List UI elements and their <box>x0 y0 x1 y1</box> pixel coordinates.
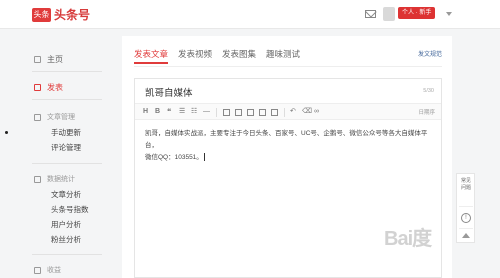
faq-button[interactable]: 常见问题 <box>459 178 473 192</box>
toolbar-right-option[interactable]: 日期序 <box>418 108 435 116</box>
sidebar-section-article-mgmt[interactable]: 文章管理 <box>0 109 111 125</box>
edit-icon <box>34 83 41 91</box>
chart-icon <box>34 175 41 183</box>
top-header: 头条 头条号 个人 · 新手 <box>0 0 500 29</box>
sidebar-item-user-analysis[interactable]: 用户分析 <box>0 217 111 232</box>
stray-dot <box>5 131 8 134</box>
ordered-list-icon[interactable]: ☷ <box>191 107 197 117</box>
text-cursor <box>203 153 205 162</box>
divider <box>459 206 473 207</box>
divider <box>32 71 102 72</box>
tab-fun-quiz[interactable]: 趣味测试 <box>266 44 300 64</box>
sidebar-item-publish[interactable]: 发表 <box>0 79 111 95</box>
tab-publish-video[interactable]: 发表视频 <box>178 44 212 64</box>
back-to-top-icon[interactable] <box>462 233 470 238</box>
toolbar-separator <box>284 108 285 117</box>
sidebar-section-label: 数据统计 <box>47 176 75 183</box>
publish-tabs: 发表文章 发表视频 发表图集 趣味测试 <box>134 44 310 64</box>
sidebar-section-earnings[interactable]: 收益 <box>0 262 111 278</box>
vote-icon[interactable] <box>259 109 266 116</box>
home-icon <box>34 55 41 63</box>
sidebar-section-label: 文章管理 <box>47 114 75 121</box>
posting-rules-link[interactable]: 发文规范 <box>418 49 442 58</box>
body-line: 凯哥，自媒体实战派，主要专注于今日头条、百家号、UC号、企鹅号、微信公众号等各大… <box>145 130 428 149</box>
tab-publish-article[interactable]: 发表文章 <box>134 44 169 64</box>
divider <box>32 254 102 255</box>
baidu-watermark: Bai度 <box>384 228 432 250</box>
eraser-icon[interactable]: ⌫ <box>302 107 312 117</box>
divider <box>32 99 102 100</box>
bold-icon[interactable]: B <box>155 107 160 117</box>
sidebar-item-label: 主页 <box>47 54 63 64</box>
quote-icon[interactable]: ❝ <box>167 107 171 117</box>
logo-badge: 头条 <box>32 8 51 22</box>
info-icon[interactable]: ! <box>461 213 471 223</box>
user-level-badge[interactable]: 个人 · 新手 <box>398 7 436 19</box>
title-input[interactable]: 凯哥自媒体 5/30 <box>135 79 441 103</box>
horizontal-rule-icon[interactable]: — <box>203 107 210 117</box>
toolbar-separator <box>216 108 217 117</box>
sidebar-item-home[interactable]: 主页 <box>0 51 111 67</box>
sidebar-item-account-index[interactable]: 头条号指数 <box>0 202 111 217</box>
divider <box>32 163 102 164</box>
product-icon[interactable] <box>271 109 278 116</box>
heading-icon[interactable]: H <box>143 107 148 117</box>
body-line-text: 微信QQ：103551。 <box>145 154 203 161</box>
undo-icon[interactable]: ↶ <box>290 107 296 117</box>
money-icon <box>34 266 41 274</box>
title-char-counter: 5/30 <box>423 88 434 94</box>
video-icon[interactable] <box>235 109 242 116</box>
title-text: 凯哥自媒体 <box>145 88 193 99</box>
avatar[interactable] <box>383 7 395 21</box>
divider <box>459 228 473 229</box>
sidebar-item-comments[interactable]: 评论管理 <box>0 140 111 155</box>
sidebar-item-label: 发表 <box>47 82 63 92</box>
body-line: 微信QQ：103551。 <box>145 152 435 164</box>
image-icon[interactable] <box>223 109 230 116</box>
sidebar-section-label: 收益 <box>47 267 61 274</box>
unordered-list-icon[interactable]: ☰ <box>179 107 185 117</box>
editor-toolbar: H B ❝ ☰ ☷ — ↶ ⌫ ∞ 日期序 <box>135 103 441 120</box>
sidebar-item-manual-update[interactable]: 手动更新 <box>0 125 111 140</box>
tab-publish-gallery[interactable]: 发表图集 <box>222 44 256 64</box>
article-body[interactable]: 凯哥，自媒体实战派，主要专注于今日头条、百家号、UC号、企鹅号、微信公众号等各大… <box>145 128 435 164</box>
document-icon <box>34 113 41 121</box>
sidebar-item-article-analysis[interactable]: 文章分析 <box>0 187 111 202</box>
logo-text: 头条号 <box>54 8 91 22</box>
link-icon[interactable]: ∞ <box>314 107 319 117</box>
tab-divider <box>134 66 442 67</box>
toutiao-logo[interactable]: 头条 头条号 <box>32 8 90 22</box>
sidebar: 主页 发表 文章管理 手动更新 评论管理 数据统计 文章分析 头条号指数 用户分… <box>0 29 111 278</box>
audio-icon[interactable] <box>247 109 254 116</box>
chevron-down-icon[interactable] <box>446 12 452 16</box>
mail-icon[interactable] <box>365 10 376 18</box>
floating-help-bar: 常见问题 ! <box>456 173 475 243</box>
sidebar-section-data-stats[interactable]: 数据统计 <box>0 171 111 187</box>
sidebar-item-fan-analysis[interactable]: 粉丝分析 <box>0 232 111 247</box>
